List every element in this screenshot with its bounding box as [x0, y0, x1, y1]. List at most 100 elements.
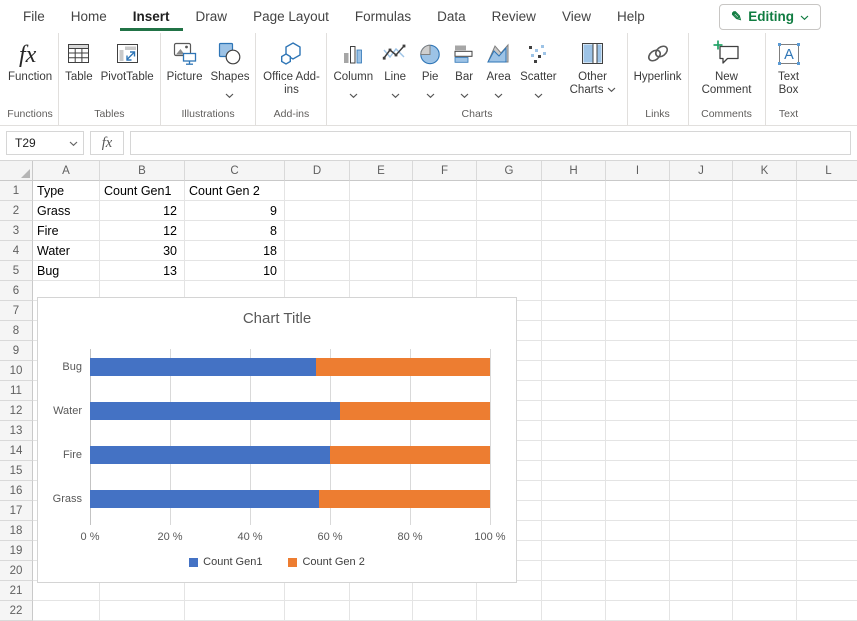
column-header-K[interactable]: K — [733, 161, 797, 181]
name-box[interactable] — [6, 131, 84, 155]
cell-E22[interactable] — [350, 601, 413, 621]
cell-J15[interactable] — [670, 461, 733, 481]
ribbon-button-function[interactable]: fxFunction — [4, 33, 56, 84]
cell-H7[interactable] — [542, 301, 606, 321]
ribbon-button-text-box[interactable]: AText Box — [768, 33, 810, 97]
ribbon-button-other-charts[interactable]: Other Charts — [561, 33, 625, 97]
ribbon-button-hyperlink[interactable]: Hyperlink — [630, 33, 686, 84]
tab-view[interactable]: View — [549, 2, 604, 31]
chevron-down-icon[interactable] — [69, 134, 78, 152]
cell-I16[interactable] — [606, 481, 670, 501]
column-header-A[interactable]: A — [33, 161, 100, 181]
column-header-F[interactable]: F — [413, 161, 477, 181]
cell-J11[interactable] — [670, 381, 733, 401]
cell-D5[interactable] — [285, 261, 350, 281]
cell-L2[interactable] — [797, 201, 857, 221]
ribbon-button-office-add-ins[interactable]: Office Add-ins — [258, 33, 324, 97]
cell-J4[interactable] — [670, 241, 733, 261]
cell-H11[interactable] — [542, 381, 606, 401]
cell-K5[interactable] — [733, 261, 797, 281]
cell-B5[interactable]: 13 — [100, 261, 185, 281]
ribbon-button-scatter[interactable]: Scatter — [516, 33, 560, 94]
cell-L9[interactable] — [797, 341, 857, 361]
cell-E2[interactable] — [350, 201, 413, 221]
cell-K20[interactable] — [733, 561, 797, 581]
cell-J12[interactable] — [670, 401, 733, 421]
cell-A2[interactable]: Grass — [33, 201, 100, 221]
cell-K19[interactable] — [733, 541, 797, 561]
ribbon-button-pivottable[interactable]: PivotTable — [97, 33, 158, 84]
column-header-I[interactable]: I — [606, 161, 670, 181]
cell-I21[interactable] — [606, 581, 670, 601]
cell-J10[interactable] — [670, 361, 733, 381]
ribbon-button-column[interactable]: Column — [329, 33, 377, 94]
cell-J14[interactable] — [670, 441, 733, 461]
cell-H8[interactable] — [542, 321, 606, 341]
cell-K22[interactable] — [733, 601, 797, 621]
cell-I7[interactable] — [606, 301, 670, 321]
cell-K4[interactable] — [733, 241, 797, 261]
cell-H10[interactable] — [542, 361, 606, 381]
cell-J13[interactable] — [670, 421, 733, 441]
cell-K2[interactable] — [733, 201, 797, 221]
cell-H6[interactable] — [542, 281, 606, 301]
row-header-4[interactable]: 4 — [0, 241, 33, 261]
cell-F5[interactable] — [413, 261, 477, 281]
formula-input[interactable] — [130, 131, 851, 155]
cell-J8[interactable] — [670, 321, 733, 341]
column-header-D[interactable]: D — [285, 161, 350, 181]
cell-G5[interactable] — [477, 261, 542, 281]
cell-I3[interactable] — [606, 221, 670, 241]
cell-L1[interactable] — [797, 181, 857, 201]
row-header-11[interactable]: 11 — [0, 381, 33, 401]
cell-K7[interactable] — [733, 301, 797, 321]
cell-L18[interactable] — [797, 521, 857, 541]
row-header-9[interactable]: 9 — [0, 341, 33, 361]
cell-K12[interactable] — [733, 401, 797, 421]
cell-H22[interactable] — [542, 601, 606, 621]
cell-H16[interactable] — [542, 481, 606, 501]
cell-C4[interactable]: 18 — [185, 241, 285, 261]
cell-D3[interactable] — [285, 221, 350, 241]
cell-B4[interactable]: 30 — [100, 241, 185, 261]
cell-B22[interactable] — [100, 601, 185, 621]
cell-I10[interactable] — [606, 361, 670, 381]
cell-E4[interactable] — [350, 241, 413, 261]
cell-B3[interactable]: 12 — [100, 221, 185, 241]
cell-J2[interactable] — [670, 201, 733, 221]
bar-segment-grass-count-gen1[interactable] — [90, 490, 319, 508]
cell-L11[interactable] — [797, 381, 857, 401]
cell-J16[interactable] — [670, 481, 733, 501]
column-header-H[interactable]: H — [542, 161, 606, 181]
cell-K13[interactable] — [733, 421, 797, 441]
cell-H15[interactable] — [542, 461, 606, 481]
cell-I20[interactable] — [606, 561, 670, 581]
row-header-19[interactable]: 19 — [0, 541, 33, 561]
cell-K10[interactable] — [733, 361, 797, 381]
cell-I19[interactable] — [606, 541, 670, 561]
column-header-J[interactable]: J — [670, 161, 733, 181]
row-header-6[interactable]: 6 — [0, 281, 33, 301]
cell-J1[interactable] — [670, 181, 733, 201]
cell-J7[interactable] — [670, 301, 733, 321]
row-header-12[interactable]: 12 — [0, 401, 33, 421]
cell-G21[interactable] — [477, 581, 542, 601]
cell-A21[interactable] — [33, 581, 100, 601]
cell-C21[interactable] — [185, 581, 285, 601]
cell-K17[interactable] — [733, 501, 797, 521]
column-header-L[interactable]: L — [797, 161, 857, 181]
cell-K14[interactable] — [733, 441, 797, 461]
cell-A3[interactable]: Fire — [33, 221, 100, 241]
cell-J5[interactable] — [670, 261, 733, 281]
embedded-chart[interactable]: Chart Title BugWaterFireGrass 0 %20 %40 … — [37, 297, 517, 583]
tab-formulas[interactable]: Formulas — [342, 2, 424, 31]
bar-segment-bug-count-gen1[interactable] — [90, 358, 316, 376]
cell-J19[interactable] — [670, 541, 733, 561]
cell-L16[interactable] — [797, 481, 857, 501]
cell-B1[interactable]: Count Gen1 — [100, 181, 185, 201]
cell-L22[interactable] — [797, 601, 857, 621]
column-header-E[interactable]: E — [350, 161, 413, 181]
cell-L5[interactable] — [797, 261, 857, 281]
cell-G2[interactable] — [477, 201, 542, 221]
cell-H20[interactable] — [542, 561, 606, 581]
